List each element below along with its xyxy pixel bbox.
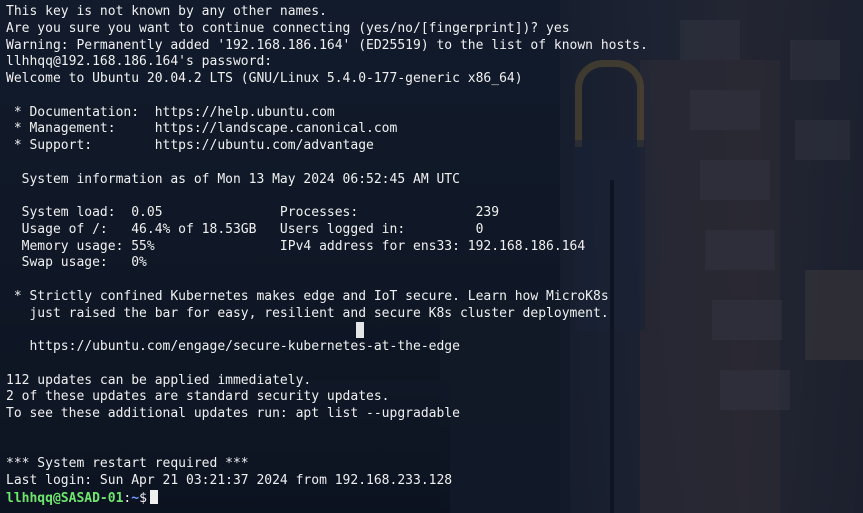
- terminal-line: This key is not known by any other names…: [6, 4, 327, 19]
- terminal-window[interactable]: This key is not known by any other names…: [0, 0, 863, 513]
- terminal-line: System load: 0.05 Processes: 239: [6, 205, 500, 220]
- terminal-line: Usage of /: 46.4% of 18.53GB Users logge…: [6, 221, 484, 237]
- terminal-line: * Support: https://ubuntu.com/advantage: [6, 138, 374, 153]
- terminal-line: * Strictly confined Kubernetes makes edg…: [6, 288, 609, 304]
- terminal-line: System information as of Mon 13 May 2024…: [6, 171, 460, 187]
- terminal-line: *** System restart required ***: [6, 456, 249, 472]
- shell-prompt[interactable]: llhhqq@SASAD-01:~$: [6, 489, 857, 507]
- terminal-line: 2 of these updates are standard security…: [6, 389, 390, 405]
- text-cursor: [356, 322, 364, 338]
- terminal-output: This key is not known by any other names…: [6, 4, 857, 507]
- terminal-line: * Management: https://landscape.canonica…: [6, 121, 398, 137]
- terminal-line: just raised the bar for easy, resilient …: [6, 305, 609, 321]
- terminal-line: Are you sure you want to continue connec…: [6, 20, 570, 36]
- terminal-line: To see these additional updates run: apt…: [6, 406, 460, 421]
- prompt-path: ~: [131, 490, 140, 506]
- terminal-line: Warning: Permanently added '192.168.186.…: [6, 37, 648, 53]
- prompt-symbol: $: [139, 490, 147, 506]
- terminal-line: https://ubuntu.com/engage/secure-kuberne…: [6, 339, 460, 354]
- terminal-line: Swap usage: 0%: [6, 255, 147, 271]
- prompt-cursor: [149, 489, 158, 504]
- terminal-line: * Documentation: https://help.ubuntu.com: [6, 104, 335, 120]
- terminal-line: Welcome to Ubuntu 20.04.2 LTS (GNU/Linux…: [6, 71, 523, 86]
- terminal-line: llhhqq@192.168.186.164's password:: [6, 54, 273, 70]
- prompt-user-host: llhhqq@SASAD-01: [6, 490, 124, 506]
- terminal-line: 112 updates can be applied immediately.: [6, 372, 312, 388]
- terminal-line: Last login: Sun Apr 21 03:21:37 2024 fro…: [6, 473, 453, 488]
- terminal-line: Memory usage: 55% IPv4 address for ens33…: [6, 238, 586, 254]
